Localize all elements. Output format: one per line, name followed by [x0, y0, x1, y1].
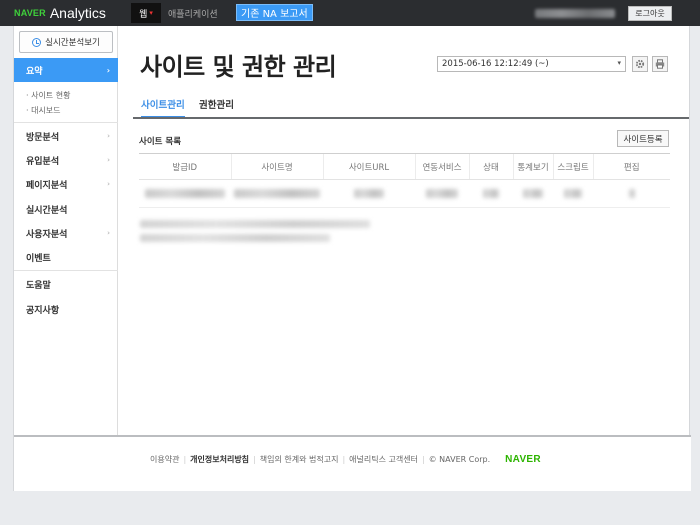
chevron-down-icon: ▾: [149, 9, 153, 17]
column-header[interactable]: 사이트명: [230, 153, 323, 180]
datetime-value: 2015-06-16 12:12:49 (~): [442, 59, 549, 69]
sidebar-item-label: 유입분석: [26, 156, 60, 167]
column-header[interactable]: 스크립트: [552, 153, 593, 180]
tab-permission-management[interactable]: 권한관리: [199, 97, 234, 111]
table-cell-redacted: [415, 179, 469, 208]
table-cell-redacted: [231, 179, 323, 208]
footer-link-privacy[interactable]: 개인정보처리방침: [190, 454, 249, 465]
column-header[interactable]: 통계보기: [512, 153, 553, 180]
table-cell-redacted: [323, 179, 415, 208]
sidebar-subitem-site-status[interactable]: · 사이트 현황: [26, 90, 70, 101]
dropdown-caret-icon: ▾: [617, 59, 621, 67]
footer-copyright: © NAVER Corp.: [428, 455, 491, 464]
table-cell-redacted: [593, 179, 670, 208]
register-site-button[interactable]: 사이트등록: [617, 130, 669, 147]
print-icon: [655, 59, 665, 69]
sidebar-item-label: 도움말: [26, 280, 51, 291]
page-title: 사이트 및 권한 관리: [140, 53, 337, 81]
sidebar-subitem-dashboard[interactable]: · 대시보드: [26, 105, 61, 116]
user-id-redacted: [535, 9, 615, 18]
sidebar-item-label: 페이지분석: [26, 180, 68, 191]
sidebar-item-notice[interactable]: 공지사항: [14, 297, 118, 321]
footer-separator: |: [253, 455, 256, 464]
footer: 이용약관 | 개인정보처리방침 | 책임의 한계와 법적고지 | 애널리틱스 고…: [14, 435, 691, 491]
sidebar-item-realtime-analysis[interactable]: 실시간분석: [14, 197, 118, 221]
top-bar: NAVER Analytics 웹 ▾ 애플리케이션 기존 NA 보고서 로그아…: [0, 0, 700, 26]
sidebar-item-label: 이벤트: [26, 253, 51, 264]
sidebar-item-label: 사용자분석: [26, 229, 68, 240]
table-header-row: 발급ID 사이트명 사이트URL 연동서비스 상태 통계보기 스크립트 편집: [139, 153, 670, 180]
sidebar-item-page-analysis[interactable]: 페이지분석 ›: [14, 172, 118, 196]
sidebar-divider: [14, 122, 118, 123]
naver-logo[interactable]: NAVER: [505, 454, 541, 465]
column-header[interactable]: 연동서비스: [414, 153, 469, 180]
print-button[interactable]: [652, 56, 668, 72]
table-cell-redacted: [469, 179, 513, 208]
sidebar: 실시간분석보기 요약 › · 사이트 현황 · 대시보드 방문분석 › 유입분석…: [14, 26, 118, 435]
datetime-select[interactable]: 2015-06-16 12:12:49 (~) ▾: [437, 56, 626, 72]
sidebar-item-visit-analysis[interactable]: 방문분석 ›: [14, 124, 118, 148]
sidebar-item-help[interactable]: 도움말: [14, 272, 118, 296]
sidebar-item-event[interactable]: 이벤트: [14, 245, 118, 269]
footer-links: 이용약관 | 개인정보처리방침 | 책임의 한계와 법적고지 | 애널리틱스 고…: [150, 454, 541, 465]
sidebar-divider: [14, 270, 118, 271]
sidebar-item-user-analysis[interactable]: 사용자분석 ›: [14, 221, 118, 245]
redacted-text: [140, 220, 370, 228]
realtime-analysis-label: 실시간분석보기: [45, 38, 100, 48]
table-cell-redacted: [139, 179, 231, 208]
sidebar-item-label: 실시간분석: [26, 205, 68, 216]
sidebar-item-inflow-analysis[interactable]: 유입분석 ›: [14, 148, 118, 172]
footer-separator: |: [342, 455, 346, 464]
content-frame: 실시간분석보기 요약 › · 사이트 현황 · 대시보드 방문분석 › 유입분석…: [13, 26, 691, 491]
tab-site-management[interactable]: 사이트관리: [141, 97, 185, 118]
footer-separator: |: [421, 455, 425, 464]
table-row[interactable]: [139, 179, 670, 208]
footer-link-support[interactable]: 애널리틱스 고객센터: [349, 454, 418, 465]
footer-link-terms[interactable]: 이용약관: [150, 454, 179, 465]
footer-separator: |: [183, 455, 187, 464]
chevron-right-icon: ›: [107, 132, 110, 140]
redacted-text: [140, 234, 330, 242]
nav-web-menu[interactable]: 웹 ▾: [131, 3, 161, 23]
nav-web-label: 웹: [139, 9, 148, 20]
table-cell-redacted: [553, 179, 593, 208]
chevron-right-icon: ›: [107, 180, 110, 188]
main-content: 사이트 및 권한 관리 2015-06-16 12:12:49 (~) ▾ 사이…: [119, 26, 691, 435]
table-cell-redacted: [513, 179, 553, 208]
nav-app-menu[interactable]: 애플리케이션: [168, 3, 218, 23]
sidebar-item-label: 요약: [26, 66, 43, 77]
site-list-table: 발급ID 사이트명 사이트URL 연동서비스 상태 통계보기 스크립트 편집: [139, 153, 670, 208]
column-header[interactable]: 상태: [468, 153, 513, 180]
footer-link-disclaimer[interactable]: 책임의 한계와 법적고지: [260, 454, 339, 465]
logo-product: Analytics: [49, 5, 106, 21]
sidebar-item-label: 공지사항: [26, 305, 60, 316]
sidebar-item-summary[interactable]: 요약 ›: [14, 58, 118, 82]
column-header[interactable]: 발급ID: [139, 153, 231, 180]
chevron-right-icon: ›: [107, 229, 110, 237]
section-title: 사이트 목록: [139, 137, 182, 147]
logout-button[interactable]: 로그아웃: [628, 6, 672, 21]
tabs-divider: [133, 117, 689, 119]
gear-icon: [635, 59, 645, 69]
sidebar-item-label: 방문분석: [26, 132, 60, 143]
clock-icon: [32, 37, 42, 47]
chevron-right-icon: ›: [106, 65, 110, 75]
column-header[interactable]: 사이트URL: [322, 153, 415, 180]
chevron-right-icon: ›: [107, 156, 110, 164]
old-report-button[interactable]: 기존 NA 보고서: [236, 4, 313, 21]
settings-button[interactable]: [632, 56, 648, 72]
column-header[interactable]: 편집: [592, 153, 670, 180]
realtime-analysis-button[interactable]: 실시간분석보기: [19, 31, 113, 53]
naver-analytics-logo[interactable]: NAVER Analytics: [14, 5, 106, 21]
logo-brand: NAVER: [14, 8, 46, 18]
